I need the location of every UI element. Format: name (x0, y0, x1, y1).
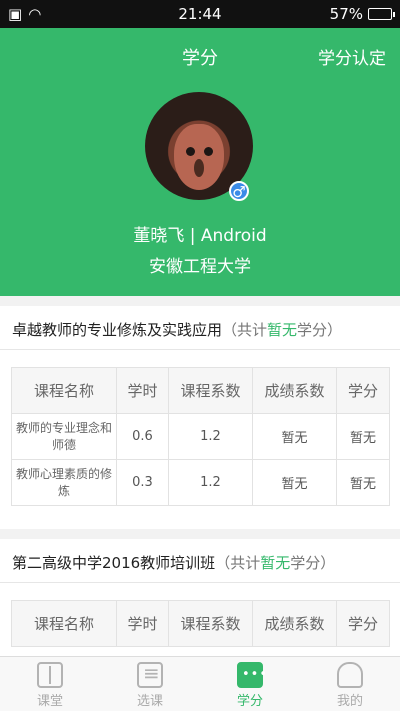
avatar-nose (194, 159, 204, 177)
section-title-text: 第二高级中学2016教师培训班 (12, 554, 216, 572)
header-hours: 学时 (116, 600, 169, 647)
course-table-wrapper: 课程名称 学时 课程系数 成绩系数 学分 教师的专业理念和师德 0.6 1.2 … (0, 350, 400, 524)
credit-prefix: （共计 (215, 554, 261, 572)
calendar-icon (237, 662, 268, 688)
battery-icon (368, 8, 395, 20)
tab-mine[interactable]: 我的 (300, 657, 400, 711)
credit-section-2: 第二高级中学2016教师培训班（共计暂无学分） 课程名称 学时 课程系数 成绩系… (0, 539, 400, 656)
tab-credits[interactable]: 学分 (200, 657, 300, 711)
header-grade-factor: 成绩系数 (252, 367, 337, 414)
grade-factor-cell: 暂无 (252, 413, 337, 460)
male-icon: ♂ (229, 181, 249, 201)
status-bar: ▣ ◠ 21:44 57% (0, 0, 400, 28)
course-name-cell: 教师心理素质的修炼 (11, 459, 117, 506)
grade-factor-cell: 暂无 (252, 459, 337, 506)
header-grade-factor: 成绩系数 (252, 600, 337, 647)
tab-label: 课堂 (36, 694, 63, 709)
credit-certification-button[interactable]: 学分认定 (318, 44, 386, 69)
tab-course-selection[interactable]: 选课 (100, 657, 200, 711)
credit-cell: 暂无 (336, 413, 390, 460)
course-table-wrapper: 课程名称 学时 课程系数 成绩系数 学分 (0, 583, 400, 665)
header-course-factor: 课程系数 (168, 600, 253, 647)
header-hours: 学时 (116, 367, 169, 414)
avatar-eye-right (204, 147, 213, 156)
school-name: 安徽工程大学 (149, 257, 251, 277)
profile-header: 学分 学分认定 ♂ 董晓飞 | Android 安徽工程大学 (0, 28, 400, 296)
credit-total: 暂无 (260, 554, 291, 572)
table-header-row: 课程名称 学时 课程系数 成绩系数 学分 (11, 600, 390, 647)
course-table: 课程名称 学时 课程系数 成绩系数 学分 教师的专业理念和师德 0.6 1.2 … (11, 367, 390, 506)
hours-cell: 0.6 (116, 413, 169, 460)
course-factor-cell: 1.2 (168, 459, 253, 506)
header-credit: 学分 (336, 367, 390, 414)
user-icon (337, 662, 363, 688)
course-table: 课程名称 学时 课程系数 成绩系数 学分 (11, 600, 390, 647)
table-header-row: 课程名称 学时 课程系数 成绩系数 学分 (11, 367, 390, 414)
credit-total: 暂无 (267, 321, 298, 339)
tab-classroom[interactable]: 课堂 (0, 657, 100, 711)
table-row[interactable]: 教师心理素质的修炼 0.3 1.2 暂无 暂无 (11, 459, 390, 506)
avatar-eye-left (186, 147, 195, 156)
hours-cell: 0.3 (116, 459, 169, 506)
list-icon (137, 661, 163, 688)
header-course-name: 课程名称 (11, 600, 117, 647)
credit-section-1: 卓越教师的专业修炼及实践应用（共计暂无学分） 课程名称 学时 课程系数 成绩系数… (0, 306, 400, 529)
status-battery-area: 57% (329, 5, 395, 23)
bottom-tab-bar: 课堂 选课 学分 我的 (0, 656, 400, 711)
tab-label: 我的 (336, 694, 363, 709)
section-title-text: 卓越教师的专业修炼及实践应用 (12, 321, 223, 339)
course-name-cell: 教师的专业理念和师德 (11, 413, 117, 460)
battery-percent: 57% (329, 5, 363, 23)
section-title: 卓越教师的专业修炼及实践应用（共计暂无学分） (0, 306, 400, 350)
header-credit: 学分 (336, 600, 390, 647)
book-icon (37, 662, 63, 688)
tab-label: 选课 (136, 694, 163, 709)
credit-prefix: （共计 (222, 321, 268, 339)
avatar-face (174, 124, 224, 190)
credit-suffix: 学分） (297, 321, 343, 339)
table-row[interactable]: 教师的专业理念和师德 0.6 1.2 暂无 暂无 (11, 413, 390, 460)
section-title: 第二高级中学2016教师培训班（共计暂无学分） (0, 539, 400, 583)
tab-label: 学分 (236, 694, 263, 709)
credit-cell: 暂无 (336, 459, 390, 506)
header-course-name: 课程名称 (11, 367, 117, 414)
user-name: 董晓飞 | Android (133, 226, 267, 246)
course-factor-cell: 1.2 (168, 413, 253, 460)
header-course-factor: 课程系数 (168, 367, 253, 414)
credit-suffix: 学分） (290, 554, 336, 572)
